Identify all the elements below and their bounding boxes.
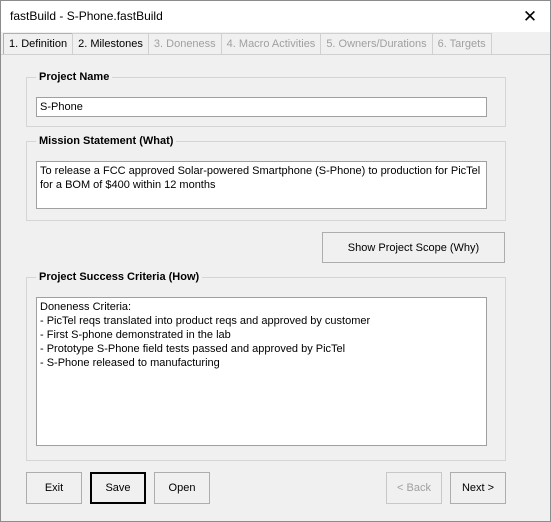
save-button[interactable]: Save (90, 472, 146, 504)
tab-owners-durations: 5. Owners/Durations (320, 33, 433, 54)
exit-button[interactable]: Exit (26, 472, 82, 504)
mission-statement-input[interactable]: To release a FCC approved Solar-powered … (36, 161, 487, 209)
mission-statement-label: Mission Statement (What) (39, 135, 174, 147)
success-criteria-input[interactable]: Doneness Criteria: - PicTel reqs transla… (36, 297, 487, 446)
tab-strip: 1. Definition 2. Milestones 3. Doneness … (3, 33, 492, 55)
project-name-input[interactable]: S-Phone (36, 97, 487, 117)
close-icon: ✕ (522, 6, 538, 26)
project-name-label: Project Name (39, 71, 110, 83)
window-title: fastBuild - S-Phone.fastBuild (10, 9, 163, 23)
app-window: fastBuild - S-Phone.fastBuild ✕ 1. Defin… (0, 0, 551, 522)
tab-doneness: 3. Doneness (147, 33, 222, 54)
show-project-scope-button[interactable]: Show Project Scope (Why) (322, 232, 505, 263)
tab-definition[interactable]: 1. Definition (3, 33, 74, 54)
open-button[interactable]: Open (154, 472, 210, 504)
tab-macro-activities: 4. Macro Activities (220, 33, 322, 54)
next-button[interactable]: Next > (450, 472, 506, 504)
back-button: < Back (386, 472, 442, 504)
tab-milestones[interactable]: 2. Milestones (72, 33, 149, 54)
title-bar: fastBuild - S-Phone.fastBuild ✕ (1, 1, 550, 32)
success-criteria-label: Project Success Criteria (How) (39, 271, 200, 283)
tab-targets: 6. Targets (431, 33, 492, 54)
close-button[interactable]: ✕ (510, 1, 550, 32)
